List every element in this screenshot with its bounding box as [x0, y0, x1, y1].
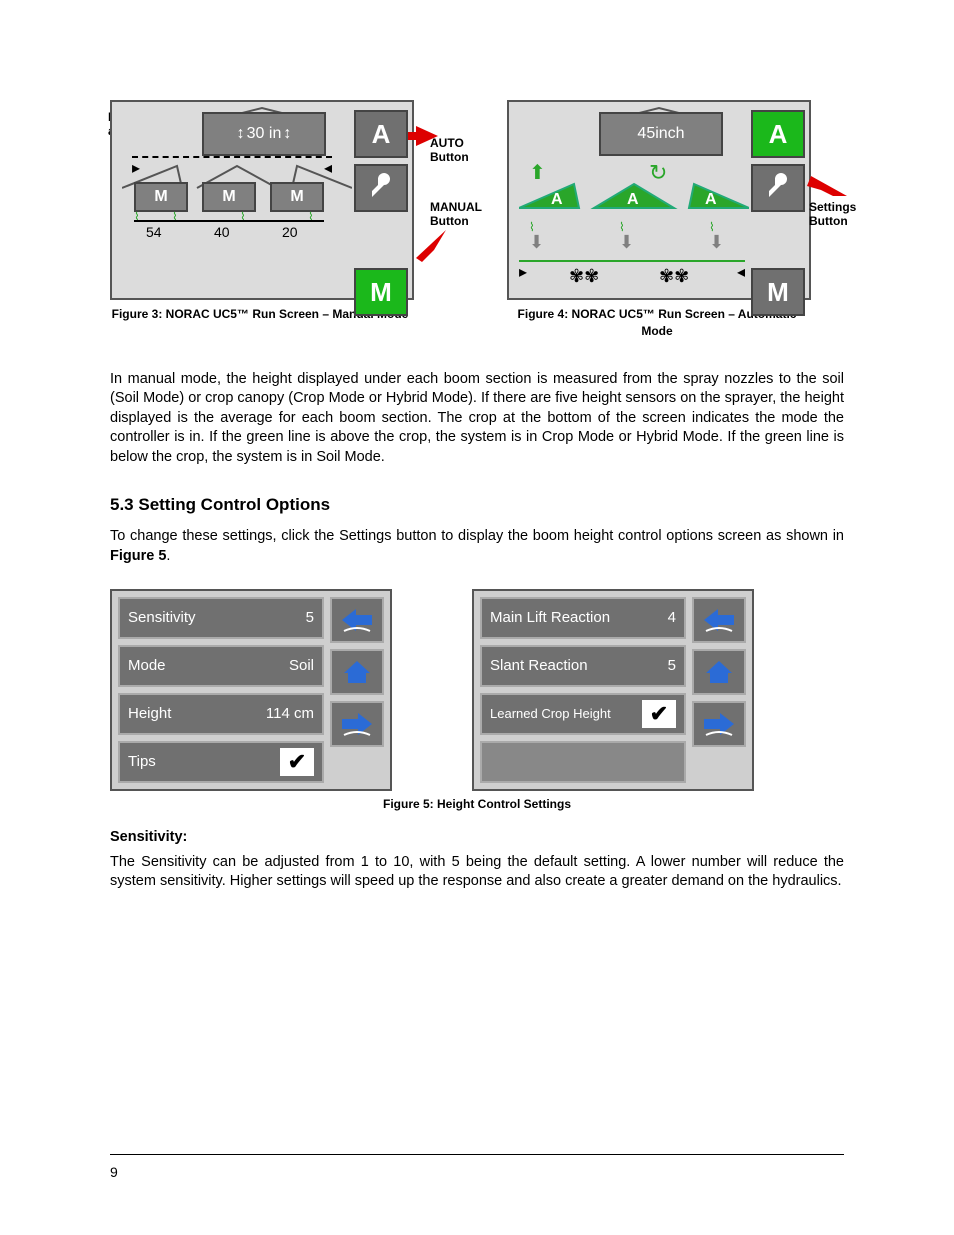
setting-label: Sensitivity	[128, 609, 196, 626]
down-arrow-icon: ⬇	[529, 232, 544, 253]
checkmark-icon: ✔	[642, 700, 676, 728]
home-button[interactable]	[692, 649, 746, 695]
callout-arrow-icon	[408, 126, 438, 146]
setting-value: 4	[668, 609, 676, 626]
paragraph: The Sensitivity can be adjusted from 1 t…	[110, 853, 844, 892]
figure-caption: Figure 5: Height Control Settings	[110, 797, 844, 811]
manual-button[interactable]: M	[354, 268, 408, 316]
callout-arrow-icon	[410, 230, 446, 266]
setting-label: Height	[128, 705, 171, 722]
wrench-icon	[366, 173, 396, 203]
settings-button[interactable]	[354, 164, 408, 212]
setting-row[interactable]: Height 114 cm	[118, 693, 324, 735]
setting-label: Main Lift Reaction	[490, 609, 610, 626]
settings-button[interactable]	[751, 164, 805, 212]
settings-panel-left: Sensitivity 5 Mode Soil Height 114 cm Ti…	[110, 589, 392, 791]
wrench-icon	[763, 173, 793, 203]
arrow-right-icon	[702, 711, 736, 737]
arrow-left-icon	[702, 607, 736, 633]
section-height: 20	[282, 224, 298, 240]
ground-line	[134, 220, 324, 222]
settings-panel-right: Main Lift Reaction 4 Slant Reaction 5 Le…	[472, 589, 754, 791]
run-screen-auto: 45inch ⬆ ↻ A A A ⌇ ⌇ ⌇ ⬇ ⬇ ⬇ ▸◂	[507, 100, 811, 300]
setting-value: Soil	[289, 657, 314, 674]
setting-value: 5	[306, 609, 314, 626]
setting-row[interactable]: Learned Crop Height ✔	[480, 693, 686, 735]
next-page-button[interactable]	[692, 701, 746, 747]
prev-page-button[interactable]	[330, 597, 384, 643]
svg-text:A: A	[551, 191, 563, 208]
boom-section: M	[134, 182, 188, 212]
paragraph: In manual mode, the height displayed und…	[110, 370, 844, 468]
run-screen-manual: ↕ 30 in ↕ ▸◂ M M M ⌇ ⌇ ⌇ ⌇ 54	[110, 100, 414, 300]
plant-icon: ✾✾	[569, 266, 597, 286]
home-button[interactable]	[330, 649, 384, 695]
prev-page-button[interactable]	[692, 597, 746, 643]
plant-icon: ✾✾	[659, 266, 687, 286]
boom-section: M	[270, 182, 324, 212]
callout-arrow-icon	[807, 170, 847, 196]
setting-row[interactable]: Main Lift Reaction 4	[480, 597, 686, 639]
next-page-button[interactable]	[330, 701, 384, 747]
page-number: 9	[110, 1164, 118, 1180]
section-height: 54	[146, 224, 162, 240]
target-height-box: ↕ 30 in ↕	[202, 112, 326, 156]
paragraph: To change these settings, click the Sett…	[110, 527, 844, 566]
setting-row[interactable]: Mode Soil	[118, 645, 324, 687]
arrow-right-icon	[340, 711, 374, 737]
svg-text:A: A	[627, 191, 639, 208]
home-icon	[342, 659, 372, 685]
setting-label: Slant Reaction	[490, 657, 588, 674]
down-arrow-icon: ⬇	[619, 232, 634, 253]
auto-button[interactable]: A	[751, 110, 805, 158]
target-height-box: 45inch	[599, 112, 723, 156]
setting-value: 5	[668, 657, 676, 674]
section-height: 40	[214, 224, 230, 240]
setting-label: Learned Crop Height	[490, 706, 611, 721]
setting-value: 114 cm	[266, 705, 314, 722]
down-arrow-icon: ⬇	[709, 232, 724, 253]
boom-section: M	[202, 182, 256, 212]
setting-label: Tips	[128, 753, 156, 770]
crop-line: ▸◂	[519, 260, 745, 282]
footer-rule	[110, 1154, 844, 1155]
annotation-settings: Settings Button	[809, 200, 856, 229]
checkmark-icon: ✔	[280, 748, 314, 776]
setting-row[interactable]: Slant Reaction 5	[480, 645, 686, 687]
section-heading: 5.3 Setting Control Options	[110, 495, 844, 515]
manual-button[interactable]: M	[751, 268, 805, 316]
annotation-manual: MANUAL Button	[430, 200, 482, 229]
auto-button[interactable]: A	[354, 110, 408, 158]
home-icon	[704, 659, 734, 685]
setting-row-empty	[480, 741, 686, 783]
subheading-sensitivity: Sensitivity:	[110, 829, 844, 845]
setting-row[interactable]: Tips ✔	[118, 741, 324, 783]
target-height-value: 45inch	[637, 125, 684, 143]
setting-label: Mode	[128, 657, 166, 674]
target-height-value: 30 in	[247, 125, 282, 143]
arrow-left-icon	[340, 607, 374, 633]
svg-text:A: A	[705, 191, 717, 208]
boom-outline-auto-icon: A A A	[519, 176, 749, 212]
setting-row[interactable]: Sensitivity 5	[118, 597, 324, 639]
